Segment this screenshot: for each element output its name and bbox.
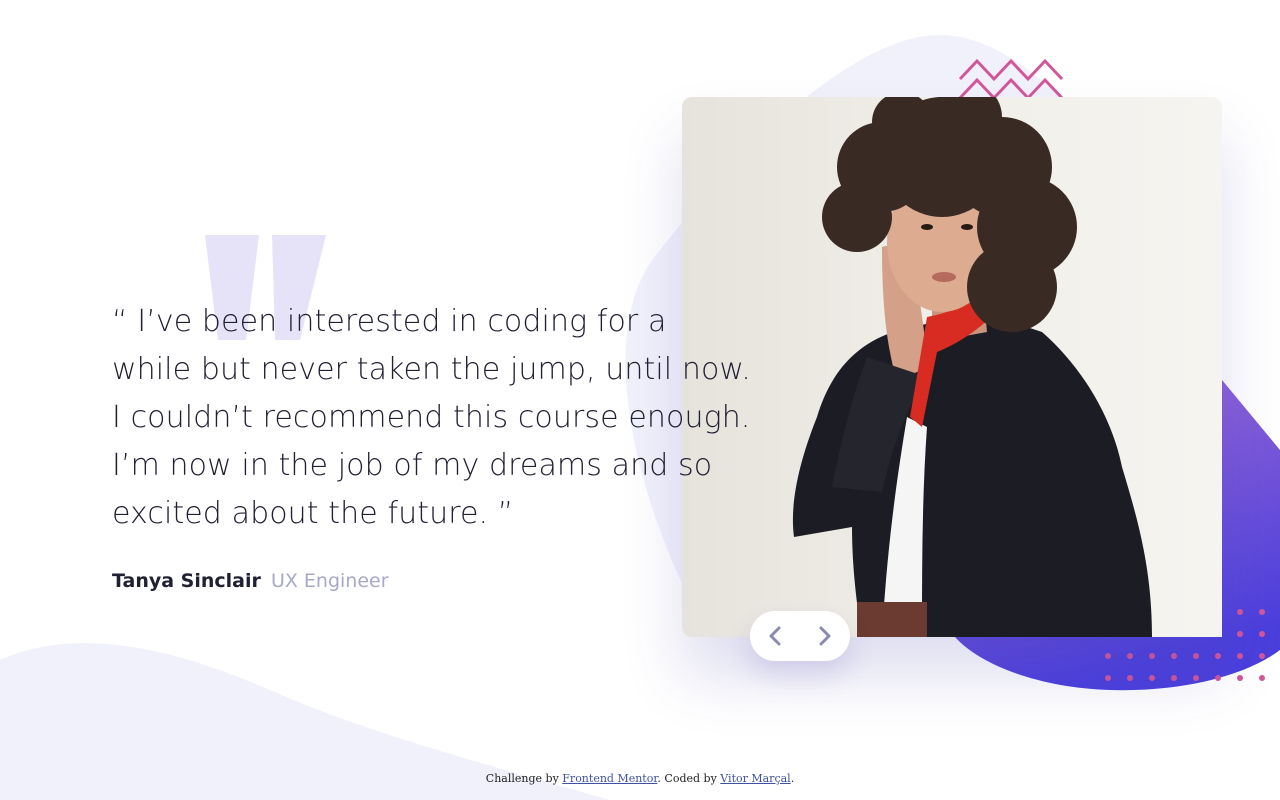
decorative-dot: [1215, 653, 1221, 659]
previous-button[interactable]: [750, 611, 800, 661]
decorative-dot: [1127, 653, 1133, 659]
decorative-dot: [1171, 653, 1177, 659]
decorative-dot: [1105, 653, 1111, 659]
decorative-dot: [1105, 675, 1111, 681]
decorative-dot: [1215, 675, 1221, 681]
author-info: Tanya Sinclair UX Engineer: [112, 568, 752, 594]
author-name: Tanya Sinclair: [112, 570, 261, 592]
testimonial-quote: “ I’ve been interested in coding for a w…: [112, 304, 751, 531]
attribution-middle: . Coded by: [657, 772, 717, 785]
next-button[interactable]: [800, 611, 850, 661]
testimonial-block: “ I’ve been interested in coding for a w…: [112, 298, 752, 594]
decorative-dot: [1259, 631, 1265, 637]
decorative-dot: [1127, 675, 1133, 681]
decorative-dot: [1237, 653, 1243, 659]
attribution-suffix: .: [790, 772, 795, 785]
decorative-dot: [1237, 609, 1243, 615]
decorative-dot: [1171, 675, 1177, 681]
profile-photo: [682, 97, 1222, 637]
author-role: UX Engineer: [270, 570, 389, 592]
decorative-dot: [1193, 675, 1199, 681]
decorative-dot: [1259, 653, 1265, 659]
chevron-left-icon: [769, 626, 781, 646]
decorative-dot: [1237, 675, 1243, 681]
attribution-prefix: Challenge by: [485, 772, 559, 785]
portrait-illustration: [682, 97, 1222, 637]
frontend-mentor-link[interactable]: Frontend Mentor: [562, 772, 657, 785]
testimonial-page: “ I’ve been interested in coding for a w…: [0, 0, 1280, 800]
author-link[interactable]: Vitor Marçal: [720, 772, 790, 785]
attribution-footer: Challenge by Frontend Mentor. Coded by V…: [0, 772, 1280, 785]
slider-navigation: [750, 611, 850, 661]
decorative-dot: [1259, 609, 1265, 615]
decorative-dot: [1149, 653, 1155, 659]
chevron-right-icon: [819, 626, 831, 646]
decorative-dot: [1259, 675, 1265, 681]
decorative-dot: [1193, 653, 1199, 659]
decorative-dot: [1149, 675, 1155, 681]
decorative-dot: [1237, 631, 1243, 637]
